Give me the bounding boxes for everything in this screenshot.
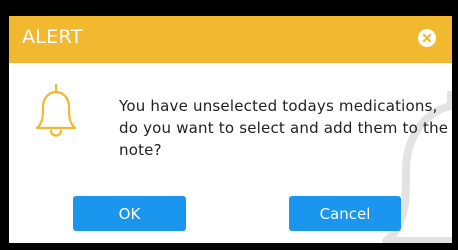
dialog-title: ALERT: [22, 26, 83, 48]
bell-icon: [35, 83, 77, 137]
alert-message: You have unselected todays medications, …: [119, 97, 449, 159]
cancel-button[interactable]: Cancel: [289, 196, 401, 231]
ok-button[interactable]: OK: [73, 196, 186, 231]
dialog-title-bar: ALERT: [9, 16, 452, 63]
alert-dialog: ALERT You have unselected todays medicat…: [9, 16, 452, 243]
close-button[interactable]: [418, 29, 436, 47]
close-icon: [422, 33, 432, 43]
